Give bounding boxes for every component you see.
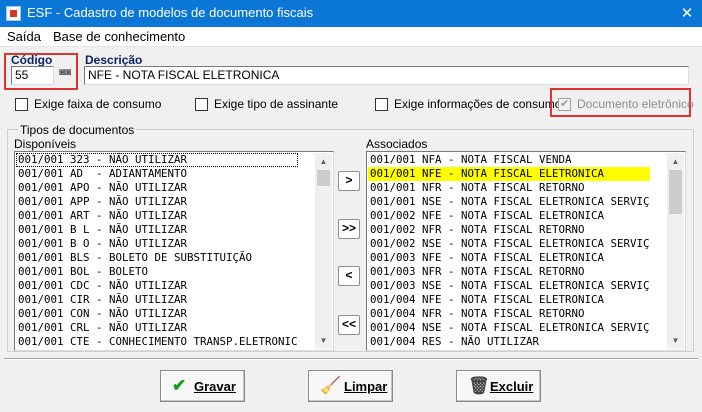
list-item[interactable]: 001/002 NFR - NOTA FISCAL RETORNO (368, 223, 650, 237)
checkmark-icon: ✔ (172, 376, 187, 395)
add-all-button[interactable]: >> (338, 219, 360, 239)
scroll-thumb[interactable] (669, 170, 682, 214)
descricao-input[interactable]: NFE - NOTA FISCAL ELETRONICA (84, 66, 689, 85)
excluir-label: Excluir (490, 379, 534, 394)
list-item[interactable]: 001/001 NSE - NOTA FISCAL ELETRONICA SER… (368, 195, 650, 209)
tipos-de-documentos-title: Tipos de documentos (18, 123, 137, 137)
list-item[interactable]: 001/004 NFR - NOTA FISCAL RETORNO (368, 307, 650, 321)
trash-icon: 🗑 (468, 376, 490, 395)
app-icon (6, 6, 21, 21)
remove-one-button[interactable]: < (338, 266, 360, 286)
disponiveis-scrollbar[interactable]: ▲ ▼ (315, 153, 332, 349)
list-item[interactable]: 001/003 NFE - NOTA FISCAL ELETRONICA (368, 251, 650, 265)
list-item[interactable]: 001/001 CON - NÃO UTILIZAR (16, 307, 298, 321)
disponiveis-list[interactable]: 001/001 323 - NÃO UTILIZAR 001/001 AD - A… (14, 151, 334, 351)
menu-saida[interactable]: Saída (7, 29, 41, 44)
menu-bar: Saída Base de conhecimento (0, 27, 702, 47)
list-item[interactable]: 001/004 NFE - NOTA FISCAL ELETRONICA (368, 293, 650, 307)
excluir-button[interactable]: 🗑 Excluir (456, 370, 541, 402)
list-item[interactable]: 001/004 RES - NÃO UTILIZAR (368, 335, 650, 349)
associados-rows: 001/001 NFA - NOTA FISCAL VENDA 001/001 N… (368, 153, 650, 349)
checkbox-label: Exige faixa de consumo (34, 97, 162, 111)
menu-base-de-conhecimento[interactable]: Base de conhecimento (53, 29, 185, 44)
list-item[interactable]: 001/001 ART - NÃO UTILIZAR (16, 209, 298, 223)
title-bar: ESF - Cadastro de modelos de documento f… (0, 0, 702, 27)
checkbox-label: Exige informações de consumo (394, 97, 562, 111)
descricao-label: Descrição (85, 53, 143, 67)
list-item[interactable]: 001/001 NFE - NOTA FISCAL ELETRONICA (368, 167, 650, 181)
checkbox-box (15, 98, 28, 111)
remove-all-button[interactable]: << (338, 315, 360, 335)
scroll-thumb[interactable] (317, 170, 330, 186)
list-item[interactable]: 001/001 NFR - NOTA FISCAL RETORNO (368, 181, 650, 195)
limpar-button[interactable]: 🧹 Limpar (308, 370, 393, 402)
list-item[interactable]: 001/003 NSE - NOTA FISCAL ELETRONICA SER… (368, 279, 650, 293)
list-item[interactable]: 001/004 NSE - NOTA FISCAL ELETRONICA SER… (368, 321, 650, 335)
limpar-label: Limpar (344, 379, 388, 394)
disponiveis-rows: 001/001 323 - NÃO UTILIZAR 001/001 AD - A… (16, 153, 298, 349)
list-item[interactable]: 001/001 NFA - NOTA FISCAL VENDA (368, 153, 650, 167)
scroll-up-icon[interactable]: ▲ (667, 153, 684, 170)
associados-label: Associados (366, 137, 428, 151)
close-icon[interactable]: ✕ (672, 0, 702, 27)
checkbox-box (195, 98, 208, 111)
checkbox-box (375, 98, 388, 111)
list-item[interactable]: 001/001 AD - ADIANTAMENTO (16, 167, 298, 181)
list-item[interactable]: 001/001 323 - NÃO UTILIZAR (16, 153, 298, 167)
list-item[interactable]: 001/002 NSE - NOTA FISCAL ELETRONICA SER… (368, 237, 650, 251)
broom-icon: 🧹 (320, 376, 342, 395)
list-item[interactable]: 001/001 APP - NÃO UTILIZAR (16, 195, 298, 209)
window-title: ESF - Cadastro de modelos de documento f… (27, 5, 314, 20)
list-item[interactable]: 001/001 CIR - NÃO UTILIZAR (16, 293, 298, 307)
scroll-down-icon[interactable]: ▼ (315, 332, 332, 349)
codigo-label: Código (11, 53, 53, 67)
gravar-label: Gravar (194, 379, 236, 394)
gravar-button[interactable]: ✔ Gravar (160, 370, 245, 402)
checkmark-icon (558, 97, 571, 111)
scroll-down-icon[interactable]: ▼ (667, 332, 684, 349)
list-item[interactable]: 001/001 CTE - CONHECIMENTO TRANSP.ELETRO… (16, 335, 298, 349)
list-item[interactable]: 001/003 NFR - NOTA FISCAL RETORNO (368, 265, 650, 279)
list-item[interactable]: 001/001 APO - NÃO UTILIZAR (16, 181, 298, 195)
list-item[interactable]: 001/001 B O - NÃO UTILIZAR (16, 237, 298, 251)
associados-list[interactable]: 001/001 NFA - NOTA FISCAL VENDA 001/001 N… (366, 151, 686, 351)
associados-scrollbar[interactable]: ▲ ▼ (667, 153, 684, 349)
codigo-input[interactable]: 55 (11, 66, 54, 85)
scroll-up-icon[interactable]: ▲ (315, 153, 332, 170)
list-item[interactable]: 001/001 CDC - NÃO UTILIZAR (16, 279, 298, 293)
add-one-button[interactable]: > (338, 171, 360, 191)
list-item[interactable]: 001/002 NFE - NOTA FISCAL ELETRONICA (368, 209, 650, 223)
list-item[interactable]: 001/001 BOL - BOLETO (16, 265, 298, 279)
disponiveis-label: Disponíveis (14, 137, 77, 151)
list-item[interactable]: 001/001 CRL - NÃO UTILIZAR (16, 321, 298, 335)
checkbox-label: Exige tipo de assinante (214, 97, 339, 111)
separator (4, 358, 698, 360)
search-codigo-button[interactable]: ◙◙ (57, 66, 79, 85)
form-area: Código 55 ◙◙ Descrição NFE - NOTA FISCAL… (0, 47, 702, 412)
binoculars-icon: ◙◙ (59, 67, 72, 78)
list-item[interactable]: 001/001 B L - NÃO UTILIZAR (16, 223, 298, 237)
list-item[interactable]: 001/001 BLS - BOLETO DE SUBSTITUIÇÃO (16, 251, 298, 265)
checkbox-label: Documento eletrônico (577, 97, 694, 111)
